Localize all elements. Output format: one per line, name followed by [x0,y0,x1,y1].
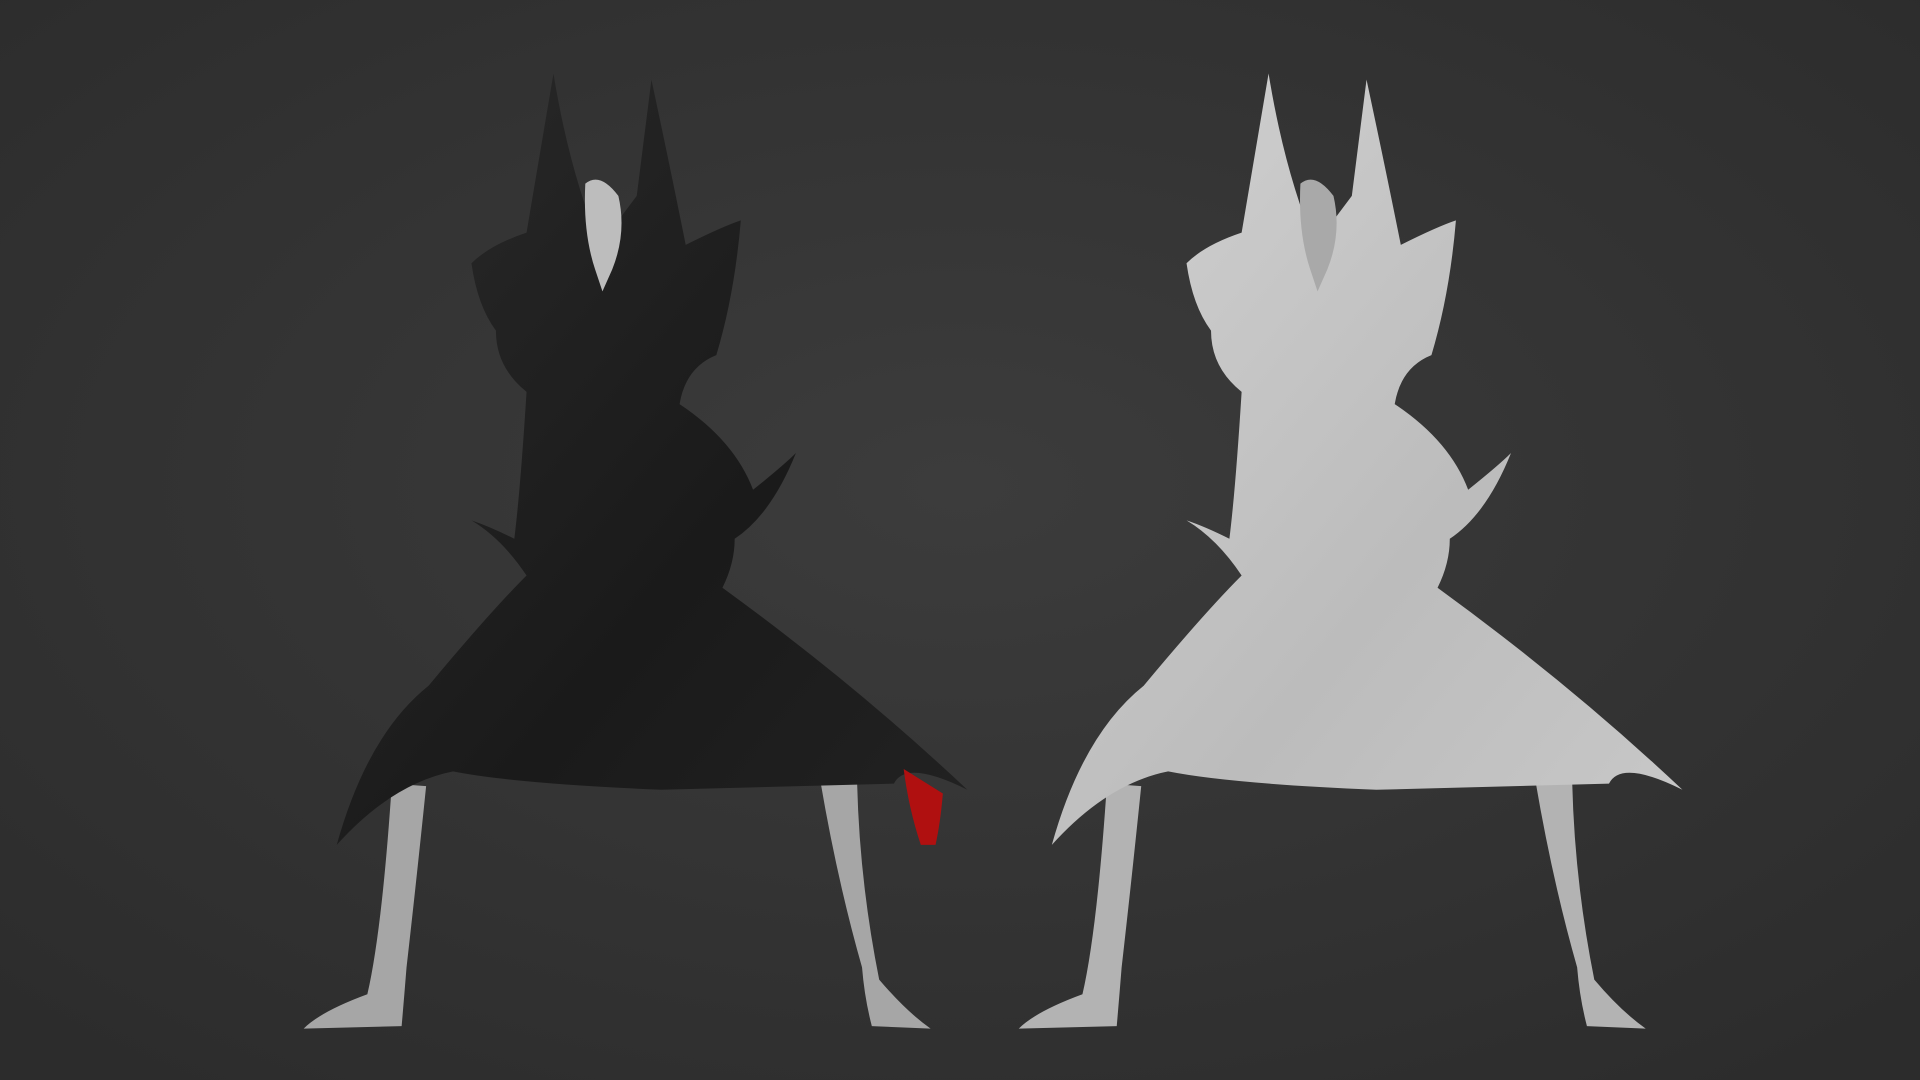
render-viewport [0,0,1920,1080]
background [0,0,1920,1080]
